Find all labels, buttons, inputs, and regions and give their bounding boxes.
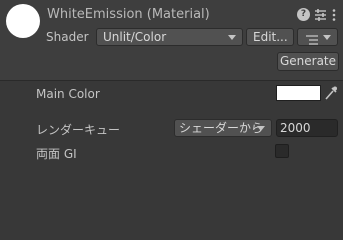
material-preview-thumbnail[interactable] [6, 4, 40, 38]
render-queue-input[interactable]: 2000 [276, 119, 338, 137]
help-icon[interactable]: ? [297, 8, 310, 21]
render-queue-mode: シェーダーから [179, 121, 264, 135]
shader-dropdown[interactable]: Unlit/Color [96, 28, 243, 46]
chevron-down-icon [257, 126, 265, 131]
material-title: WhiteEmission (Material) [47, 7, 210, 22]
main-color-field[interactable] [276, 85, 321, 101]
more-icon[interactable] [330, 8, 338, 22]
chevron-down-icon [323, 35, 331, 40]
eyedropper-icon[interactable] [324, 85, 338, 101]
shader-label: Shader [46, 30, 89, 44]
shader-selected-value: Unlit/Color [103, 30, 167, 44]
list-icon [306, 33, 318, 49]
chevron-down-icon [228, 35, 236, 40]
render-queue-dropdown[interactable]: シェーダーから [174, 119, 272, 137]
main-color-label: Main Color [36, 87, 100, 101]
shader-options-dropdown[interactable] [297, 28, 338, 46]
presets-icon[interactable] [314, 8, 327, 22]
render-queue-label: レンダーキュー [36, 123, 121, 137]
double-sided-gi-label: 両面 GI [36, 147, 77, 161]
header-divider [0, 80, 343, 81]
generate-button[interactable]: Generate [277, 52, 339, 71]
double-sided-gi-checkbox[interactable] [275, 144, 289, 158]
edit-shader-button[interactable]: Edit... [246, 28, 294, 46]
